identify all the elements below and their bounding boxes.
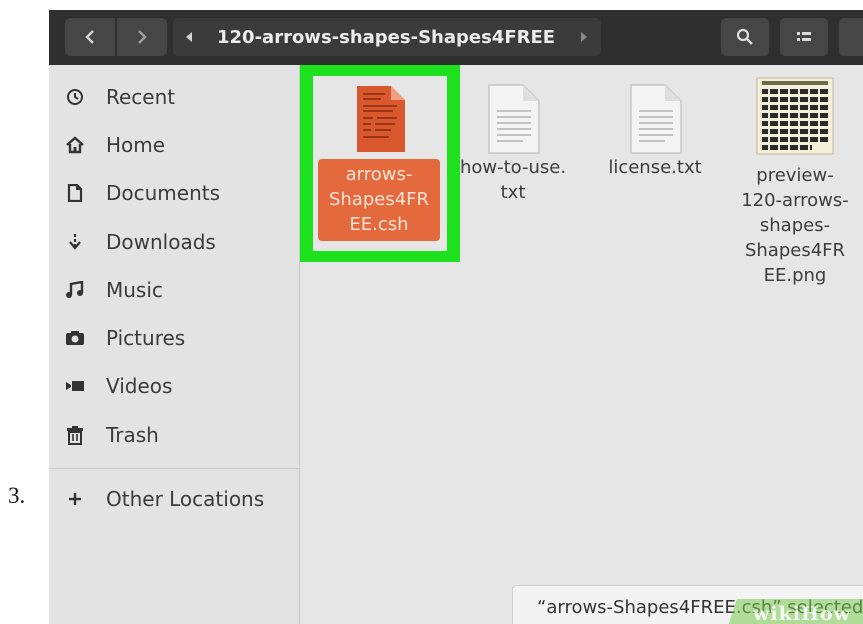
chevron-left-icon xyxy=(85,30,94,44)
file-name-line: arrows- xyxy=(345,164,413,185)
sidebar-item-label: Downloads xyxy=(106,230,216,254)
search-icon xyxy=(736,28,753,45)
document-icon xyxy=(64,182,86,204)
download-icon xyxy=(64,231,86,253)
file-view: arrows- Shapes4FR EE.csh how-to-use. txt xyxy=(300,65,863,624)
back-button[interactable] xyxy=(65,18,115,56)
csh-file-icon xyxy=(357,86,405,152)
video-icon xyxy=(64,375,86,397)
sidebar-item-label: Home xyxy=(106,133,166,157)
triangle-left-icon xyxy=(186,32,192,42)
search-button[interactable] xyxy=(721,18,769,56)
sidebar-item-trash[interactable]: Trash xyxy=(49,415,299,455)
sidebar-item-music[interactable]: Music xyxy=(49,270,299,310)
home-icon xyxy=(64,134,86,156)
file-name-line: preview- xyxy=(756,165,834,186)
file-name-selected: arrows- Shapes4FR EE.csh xyxy=(318,159,440,241)
chevron-right-icon xyxy=(138,30,147,44)
file-name-line: Shapes4FR xyxy=(744,240,846,261)
sidebar-item-label: Pictures xyxy=(106,326,186,350)
list-view-icon xyxy=(797,32,811,41)
music-icon xyxy=(64,279,86,301)
header-bar: 120-arrows-shapes-Shapes4FREE xyxy=(49,10,863,65)
highlight-box: arrows- Shapes4FR EE.csh xyxy=(300,65,460,262)
sidebar-item-pictures[interactable]: Pictures xyxy=(49,318,299,358)
file-name-line: EE.png xyxy=(763,265,827,286)
triangle-right-icon xyxy=(581,32,587,42)
file-name-line: txt xyxy=(500,182,526,203)
file-name: how-to-use. txt xyxy=(460,155,566,205)
file-name-line: EE.csh xyxy=(349,214,409,235)
path-forward-button[interactable] xyxy=(567,18,601,56)
plus-icon xyxy=(64,488,86,510)
sidebar-item-label: Recent xyxy=(106,85,176,109)
menu-button[interactable] xyxy=(839,18,863,56)
sidebar-item-label: Videos xyxy=(106,374,173,398)
watermark-text: wikiHow xyxy=(753,603,851,624)
view-toggle-button[interactable] xyxy=(780,18,828,56)
sidebar-item-documents[interactable]: Documents xyxy=(49,173,299,213)
text-file-icon xyxy=(488,84,540,154)
file-item-selected[interactable]: arrows- Shapes4FR EE.csh xyxy=(313,76,447,251)
file-item[interactable]: preview- 120-arrows- shapes- Shapes4FR E… xyxy=(730,65,860,288)
sidebar-item-label: Trash xyxy=(106,423,159,447)
file-name-line: license.txt xyxy=(608,157,702,178)
current-folder-label[interactable]: 120-arrows-shapes-Shapes4FREE xyxy=(205,27,555,48)
sidebar-item-label: Documents xyxy=(106,181,221,205)
file-manager-window: 120-arrows-shapes-Shapes4FREE Recent Hom… xyxy=(49,10,863,624)
path-back-button[interactable] xyxy=(173,18,205,56)
file-item[interactable]: license.txt xyxy=(590,65,720,180)
sidebar-item-other-locations[interactable]: Other Locations xyxy=(49,479,299,519)
forward-button[interactable] xyxy=(117,18,167,56)
camera-icon xyxy=(64,327,86,349)
sidebar-item-recent[interactable]: Recent xyxy=(49,77,299,117)
file-name: preview- 120-arrows- shapes- Shapes4FR E… xyxy=(741,163,849,288)
text-file-icon xyxy=(630,84,682,154)
sidebar-item-label: Music xyxy=(106,278,163,302)
file-item[interactable]: how-to-use. txt xyxy=(448,65,578,205)
wikihow-watermark: wikiHow xyxy=(727,599,863,624)
navigation-buttons xyxy=(65,18,167,56)
sidebar: Recent Home Documents Downloads Music Pi… xyxy=(49,65,300,624)
file-name-line: shapes- xyxy=(759,215,831,236)
file-name-line: Shapes4FR xyxy=(328,189,430,210)
file-name-line: 120-arrows- xyxy=(741,190,849,211)
trash-icon xyxy=(64,424,86,446)
path-bar: 120-arrows-shapes-Shapes4FREE xyxy=(173,18,601,56)
sidebar-item-label: Other Locations xyxy=(106,487,265,511)
sidebar-separator xyxy=(49,468,299,469)
sidebar-item-downloads[interactable]: Downloads xyxy=(49,222,299,262)
file-name: license.txt xyxy=(608,155,701,180)
sidebar-item-videos[interactable]: Videos xyxy=(49,366,299,406)
clock-icon xyxy=(64,86,86,108)
file-name-line: how-to-use. xyxy=(459,157,567,178)
image-thumbnail-icon xyxy=(756,77,834,155)
step-number: 3. xyxy=(8,483,26,508)
sidebar-item-home[interactable]: Home xyxy=(49,125,299,165)
